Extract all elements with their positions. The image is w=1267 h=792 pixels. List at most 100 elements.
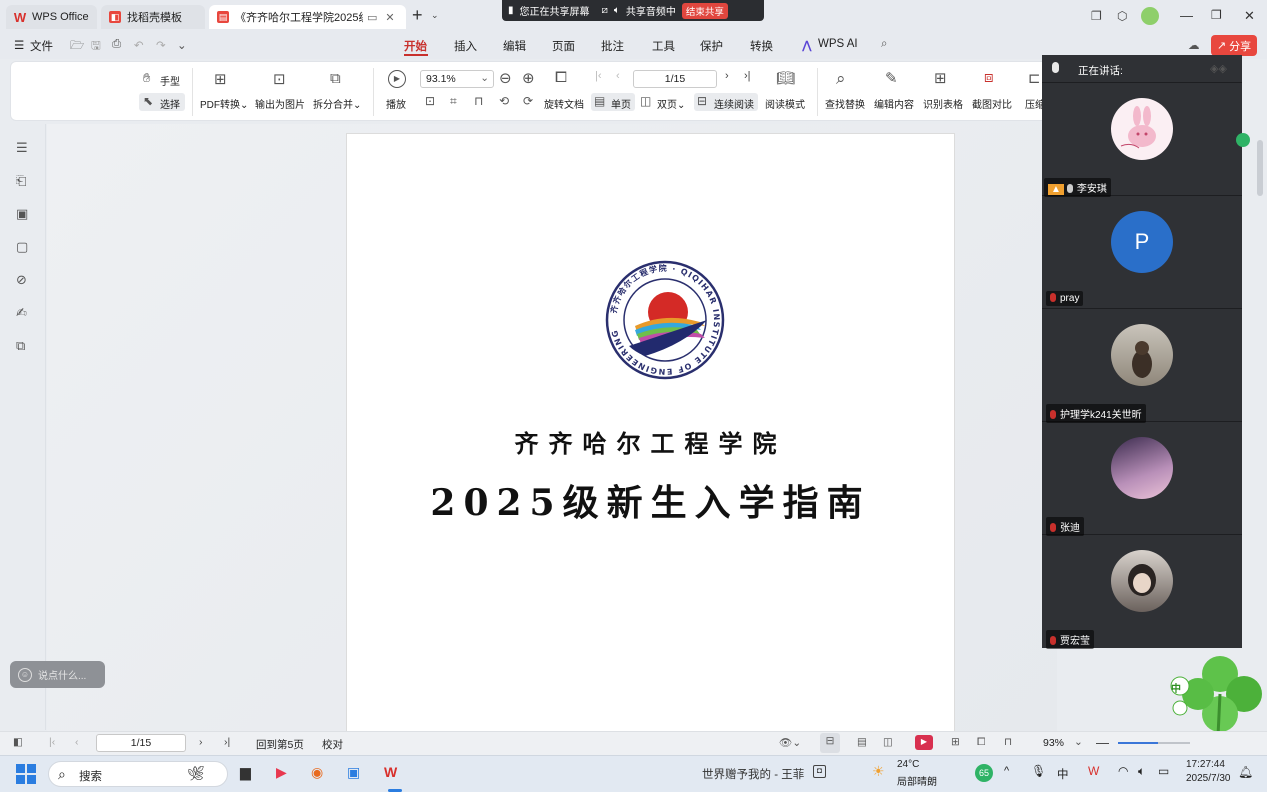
- next-page-icon[interactable]: ›: [725, 70, 729, 82]
- proofread-button[interactable]: 校对: [322, 737, 343, 752]
- tab-docer[interactable]: ◧ 找稻壳模板: [101, 5, 205, 29]
- ime-indicator[interactable]: 中: [1057, 766, 1069, 782]
- recognize-table-button[interactable]: 识别表格: [923, 96, 963, 111]
- bookmark-icon[interactable]: ⎗: [16, 173, 26, 189]
- fit-screen-icon[interactable]: ⧠: [977, 736, 985, 749]
- hamburger-icon[interactable]: ☰: [14, 38, 24, 52]
- first-page-icon[interactable]: |‹: [49, 736, 55, 748]
- zoom-select[interactable]: 93.1% ⌄: [420, 70, 494, 88]
- rotate-left-icon[interactable]: ⟲: [499, 94, 509, 108]
- firefox-icon[interactable]: ◉: [311, 764, 323, 781]
- plus-badge-icon[interactable]: [1236, 133, 1250, 147]
- security-badge[interactable]: 65: [975, 764, 993, 782]
- tab-wps-ai[interactable]: WPS AI: [818, 38, 858, 50]
- open-folder-icon[interactable]: 🗁: [70, 38, 84, 57]
- volume-icon[interactable]: 🔈︎: [1138, 764, 1145, 779]
- save-icon[interactable]: 🖫: [91, 38, 101, 57]
- grid-icon[interactable]: ◈◈: [1210, 62, 1227, 75]
- find-replace-button[interactable]: 查找替换: [825, 96, 865, 111]
- participant-tile[interactable]: 张迪: [1042, 423, 1242, 536]
- share-button[interactable]: ↗ 分享: [1211, 35, 1257, 56]
- participant-tile[interactable]: ▲ 李安琪: [1042, 84, 1242, 197]
- last-page-icon[interactable]: ›|: [224, 736, 230, 748]
- task-view-icon[interactable]: ▆: [240, 764, 251, 781]
- tab-insert[interactable]: 插入: [454, 38, 477, 54]
- tab-home[interactable]: 开始: [404, 38, 427, 54]
- tab-tools[interactable]: 工具: [652, 38, 675, 54]
- outline-icon[interactable]: ☰: [16, 140, 28, 156]
- attachment-icon[interactable]: ⊘: [16, 272, 27, 288]
- undo-icon[interactable]: ↶: [134, 38, 144, 52]
- search-icon[interactable]: ⌕: [881, 38, 887, 51]
- wps-tray-icon[interactable]: W: [1088, 764, 1099, 778]
- layers-icon[interactable]: ⧉: [16, 338, 25, 354]
- redo-icon[interactable]: ↷: [156, 38, 166, 52]
- mute-share-icon[interactable]: ⧄: [602, 5, 608, 16]
- photos-app-icon[interactable]: ▣: [347, 764, 360, 781]
- monitor-icon[interactable]: ▭: [367, 11, 377, 24]
- read-mode-button[interactable]: 阅读模式: [765, 96, 805, 111]
- print-icon[interactable]: ⎙: [112, 38, 121, 51]
- close-window-icon[interactable]: ✕: [1244, 8, 1255, 24]
- zoom-in-icon[interactable]: ⊕: [522, 69, 535, 87]
- goto-page-link[interactable]: 回到第5页: [256, 737, 304, 752]
- continuous-view-icon[interactable]: ⊟: [820, 733, 840, 753]
- next-page-icon[interactable]: ›: [199, 736, 203, 748]
- page-number-input[interactable]: 1/15: [633, 70, 717, 88]
- restore-icon[interactable]: ❐: [1211, 8, 1222, 22]
- battery-icon[interactable]: ▭: [1158, 764, 1169, 778]
- status-zoom[interactable]: 93%: [1043, 737, 1064, 749]
- fit-page-icon[interactable]: ⧠: [555, 69, 567, 86]
- sidebar-toggle-icon[interactable]: ◧: [13, 736, 23, 748]
- new-tab-button[interactable]: +: [412, 5, 423, 26]
- prev-page-icon[interactable]: ‹: [616, 70, 620, 82]
- zoom-out-icon[interactable]: ⊖: [499, 69, 512, 87]
- close-tab-icon[interactable]: ✕: [385, 11, 394, 24]
- play-button[interactable]: 播放: [386, 96, 406, 111]
- end-share-button[interactable]: 结束共享: [681, 2, 728, 19]
- tab-annotate[interactable]: 批注: [601, 38, 624, 54]
- taskbar-search[interactable]: ⌕ 搜索 🌿︎: [48, 761, 228, 787]
- now-playing[interactable]: 世界赠予我的 - 王菲: [702, 766, 804, 782]
- clock-date[interactable]: 2025/7/30: [1186, 773, 1231, 784]
- single-view-icon[interactable]: ▤: [857, 736, 867, 748]
- play-slides-icon[interactable]: ▶: [915, 735, 933, 750]
- cloud-upload-icon[interactable]: ☁: [1188, 38, 1200, 52]
- more-chevron-icon[interactable]: ⌄: [177, 38, 187, 52]
- export-image-button[interactable]: 输出为图片: [255, 96, 305, 111]
- scrollbar-thumb[interactable]: [1257, 140, 1263, 196]
- hand-tool-button[interactable]: 手型: [160, 73, 180, 88]
- cube-icon[interactable]: ⬡: [1117, 9, 1127, 23]
- file-menu[interactable]: 文件: [30, 38, 53, 54]
- eye-icon[interactable]: 👁︎⌄: [779, 736, 801, 749]
- rotate-right-icon[interactable]: ⟳: [523, 94, 533, 108]
- comment-icon[interactable]: ▢: [16, 239, 28, 255]
- media-app-icon[interactable]: ▶: [276, 764, 287, 781]
- first-page-icon[interactable]: |‹: [595, 70, 602, 82]
- edit-content-button[interactable]: 编辑内容: [874, 96, 914, 111]
- split-view-icon[interactable]: ⊞: [951, 736, 960, 748]
- last-page-icon[interactable]: ›|: [744, 70, 751, 82]
- wps-taskbar-icon[interactable]: W: [384, 764, 397, 780]
- status-page-input[interactable]: 1/15: [96, 734, 186, 752]
- tab-page[interactable]: 页面: [552, 38, 575, 54]
- tab-pdf-document[interactable]: ▤ 《齐齐哈尔工程学院2025级新 ▭ ✕: [209, 5, 406, 29]
- split-merge-button[interactable]: 拆分合并⌄: [313, 96, 361, 111]
- minimize-icon[interactable]: —: [1180, 8, 1193, 23]
- media-control-icon[interactable]: ◘: [813, 765, 826, 778]
- double-view-icon[interactable]: ◫: [883, 736, 893, 748]
- clover-ime-widget[interactable]: [1168, 650, 1267, 736]
- tab-wps-office[interactable]: W WPS Office: [6, 5, 97, 29]
- tab-protect[interactable]: 保护: [700, 38, 723, 54]
- windows-start-icon[interactable]: [16, 764, 36, 784]
- participant-tile[interactable]: 贾宏莹: [1042, 536, 1242, 649]
- chat-input[interactable]: ☺ 说点什么...: [10, 661, 105, 688]
- screenshot-compare-button[interactable]: 截图对比: [972, 96, 1012, 111]
- tab-edit[interactable]: 编辑: [503, 38, 526, 54]
- weather-icon[interactable]: ☀: [872, 763, 885, 780]
- thumbnail-icon[interactable]: ▣: [16, 206, 28, 222]
- chevron-up-icon[interactable]: ^: [1004, 765, 1009, 777]
- user-avatar[interactable]: [1141, 7, 1159, 25]
- clock-time[interactable]: 17:27:44: [1186, 759, 1225, 770]
- chevron-down-icon[interactable]: ⌄: [431, 10, 439, 21]
